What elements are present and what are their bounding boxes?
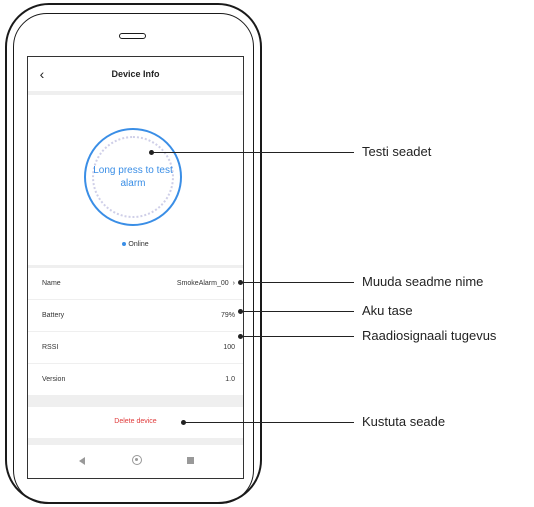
name-row[interactable]: Name SmokeAlarm_00 ›	[28, 268, 243, 300]
phone-screen: ‹ Device Info Long press to test alarm O…	[27, 56, 244, 479]
app-header: ‹ Device Info	[28, 57, 243, 91]
status-text: Online	[128, 241, 149, 248]
battery-row: Battery 79%	[28, 300, 243, 332]
nav-back-icon[interactable]	[79, 457, 85, 465]
version-row: Version 1.0	[28, 364, 243, 395]
test-alarm-label: Long press to test alarm	[93, 165, 173, 189]
name-label: Name	[42, 280, 61, 287]
nav-recents-icon[interactable]	[187, 457, 194, 464]
test-alarm-button[interactable]: Long press to test alarm	[84, 128, 182, 226]
rssi-row: RSSI 100	[28, 332, 243, 364]
callout-label-test: Testi seadet	[362, 144, 432, 159]
callout-label-rename: Muuda seadme nime	[362, 274, 484, 289]
battery-value: 79%	[220, 312, 235, 319]
callout-line-rename	[240, 282, 354, 283]
test-card: Long press to test alarm Online	[28, 95, 243, 265]
battery-label: Battery	[42, 312, 65, 319]
status-indicator: Online	[28, 241, 243, 248]
name-value: SmokeAlarm_00 ›	[177, 280, 235, 287]
phone-speaker	[119, 33, 146, 39]
version-label: Version	[42, 376, 66, 383]
device-info-list: Name SmokeAlarm_00 › Battery 79% RSSI 100…	[28, 268, 243, 395]
system-nav-bar	[28, 445, 243, 478]
nav-home-icon[interactable]	[132, 455, 142, 465]
callout-label-delete: Kustuta seade	[362, 414, 446, 429]
online-dot-icon	[122, 242, 127, 247]
callout-line-test	[151, 152, 354, 153]
callout-line-delete	[183, 422, 354, 423]
rssi-label: RSSI	[42, 344, 59, 351]
chevron-right-icon: ›	[232, 280, 235, 287]
callout-line-battery	[240, 311, 354, 312]
callout-label-battery: Aku tase	[362, 303, 413, 318]
callout-line-rssi	[240, 336, 354, 337]
callout-label-rssi: Raadiosignaali tugevus	[362, 328, 497, 343]
rssi-value: 100	[223, 344, 235, 351]
name-value-text: SmokeAlarm_00	[176, 280, 229, 287]
version-value: 1.0	[225, 376, 235, 383]
page-title: Device Info	[111, 69, 160, 79]
